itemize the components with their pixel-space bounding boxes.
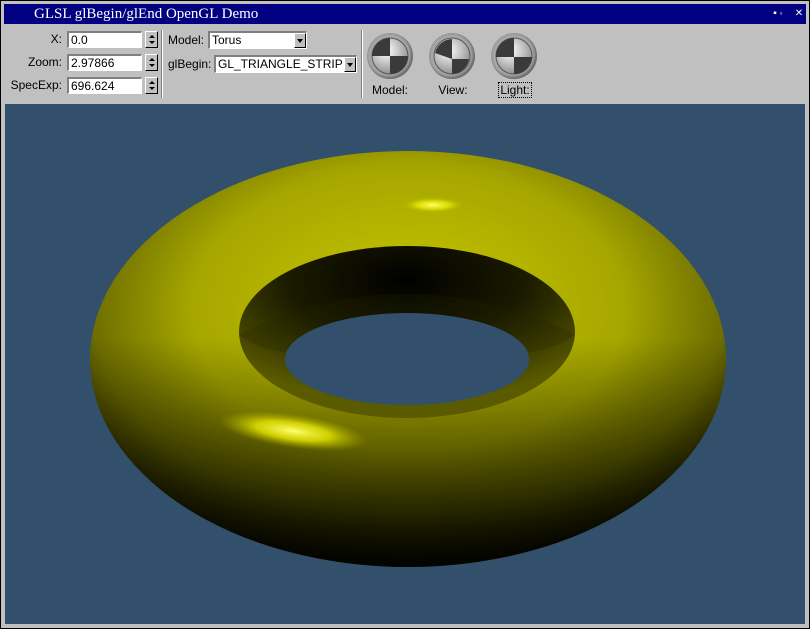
specexp-input[interactable]: 696.624	[67, 77, 142, 94]
model-trackball-label: Model:	[371, 83, 409, 97]
trackball-icon	[371, 37, 409, 75]
zoom-label: Zoom:	[27, 55, 62, 69]
title-bar[interactable]: GLSL glBegin/glEnd OpenGL Demo ▪ ▫ ✕	[4, 4, 806, 24]
trackball-icon	[433, 37, 471, 75]
zoom-input[interactable]: 2.97866	[67, 54, 142, 71]
window-title: GLSL glBegin/glEnd OpenGL Demo	[34, 6, 259, 22]
model-trackball[interactable]	[367, 33, 413, 79]
view-trackball-label: View:	[438, 83, 468, 97]
zoom-spinner[interactable]	[145, 54, 158, 71]
specexp-spinner[interactable]	[145, 77, 158, 94]
app-window: GLSL glBegin/glEnd OpenGL Demo ▪ ▫ ✕ X: …	[0, 0, 810, 629]
gl-viewport[interactable]	[5, 104, 805, 624]
x-spinner[interactable]	[145, 31, 158, 48]
separator	[161, 30, 163, 98]
specexp-label: SpecExp:	[10, 78, 62, 92]
glbegin-select[interactable]: GL_TRIANGLE_STRIP	[214, 55, 357, 73]
model-select-value: Torus	[212, 33, 242, 47]
close-icon[interactable]: ✕	[793, 8, 805, 20]
model-select[interactable]: Torus	[208, 31, 307, 49]
maximize-icon[interactable]: ▫	[775, 8, 787, 20]
trackball-icon	[495, 37, 533, 75]
x-input[interactable]: 0.0	[67, 31, 142, 48]
glbegin-select-value: GL_TRIANGLE_STRIP	[218, 57, 343, 71]
torus-render	[90, 151, 726, 567]
light-trackball-label: Light:	[498, 82, 532, 98]
chevron-down-icon[interactable]	[294, 33, 306, 48]
model-label: Model:	[168, 33, 205, 47]
glbegin-label: glBegin:	[168, 57, 212, 71]
x-label: X:	[50, 32, 62, 46]
view-trackball[interactable]	[429, 33, 475, 79]
light-trackball[interactable]	[491, 33, 537, 79]
control-panel: X: 0.0 Zoom: 2.97866 SpecExp: 696.624 Mo…	[5, 26, 805, 102]
chevron-down-icon[interactable]	[344, 57, 356, 72]
